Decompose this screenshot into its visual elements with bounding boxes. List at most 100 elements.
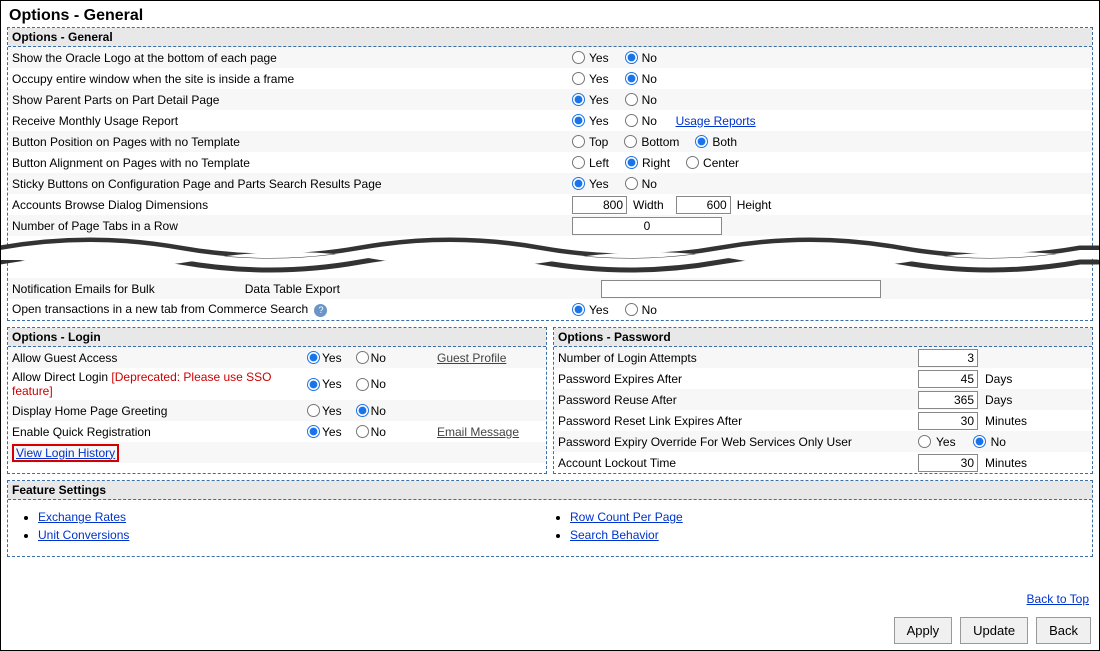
- browse-width-input[interactable]: [572, 196, 627, 214]
- feature-list-col1: Exchange Rates Unit Conversions: [38, 506, 550, 546]
- row-ws-override: Password Expiry Override For Web Service…: [554, 431, 1092, 452]
- row-home-greeting: Display Home Page Greeting Yes No: [8, 400, 546, 421]
- back-button[interactable]: Back: [1036, 617, 1091, 644]
- row-monthly-usage: Receive Monthly Usage Report Yes No Usag…: [8, 110, 1092, 131]
- btnalign-center[interactable]: [686, 156, 699, 169]
- label-pw-reuse: Password Reuse After: [558, 393, 918, 407]
- reset-link-unit: Minutes: [985, 414, 1027, 428]
- guest-profile-link[interactable]: Guest Profile: [437, 351, 506, 365]
- bulk-export-emails-input[interactable]: [601, 280, 881, 298]
- label-pw-expires: Password Expires After: [558, 372, 918, 386]
- row-button-position: Button Position on Pages with no Templat…: [8, 131, 1092, 152]
- btnpos-both[interactable]: [695, 135, 708, 148]
- parent-parts-no[interactable]: [625, 93, 638, 106]
- lockout-unit: Minutes: [985, 456, 1027, 470]
- row-show-logo: Show the Oracle Logo at the bottom of ea…: [8, 47, 1092, 68]
- row-quick-reg: Enable Quick Registration Yes No Email M…: [8, 421, 546, 442]
- search-behavior-link[interactable]: Search Behavior: [570, 528, 659, 542]
- apply-button[interactable]: Apply: [894, 617, 953, 644]
- show-logo-yes[interactable]: [572, 51, 585, 64]
- greeting-yes[interactable]: [307, 404, 320, 417]
- lockout-input[interactable]: [918, 454, 978, 472]
- view-login-history-link[interactable]: View Login History: [16, 446, 115, 460]
- login-attempts-input[interactable]: [918, 349, 978, 367]
- quickreg-no[interactable]: [356, 425, 369, 438]
- label-ws-override: Password Expiry Override For Web Service…: [558, 435, 918, 449]
- unit-conversions-link[interactable]: Unit Conversions: [38, 528, 129, 542]
- monthly-usage-yes[interactable]: [572, 114, 585, 127]
- row-guest-access: Allow Guest Access Yes No Guest Profile: [8, 347, 546, 368]
- label-show-logo: Show the Oracle Logo at the bottom of ea…: [12, 51, 572, 65]
- sticky-yes[interactable]: [572, 177, 585, 190]
- monthly-usage-no[interactable]: [625, 114, 638, 127]
- occupy-window-no[interactable]: [625, 72, 638, 85]
- exchange-rates-link[interactable]: Exchange Rates: [38, 510, 126, 524]
- pw-expires-input[interactable]: [918, 370, 978, 388]
- row-view-login-history: View Login History: [8, 442, 546, 463]
- row-browse-dims: Accounts Browse Dialog Dimensions Width …: [8, 194, 1092, 215]
- occupy-window-yes[interactable]: [572, 72, 585, 85]
- label-quick-reg: Enable Quick Registration: [12, 425, 307, 439]
- quickreg-yes[interactable]: [307, 425, 320, 438]
- label-button-position: Button Position on Pages with no Templat…: [12, 135, 572, 149]
- newtab-yes[interactable]: [572, 303, 585, 316]
- page-title: Options - General: [9, 7, 1093, 25]
- height-label: Height: [737, 198, 772, 212]
- guest-yes[interactable]: [307, 351, 320, 364]
- btnpos-top[interactable]: [572, 135, 585, 148]
- label-occupy-window: Occupy entire window when the site is in…: [12, 72, 572, 86]
- btnalign-right[interactable]: [625, 156, 638, 169]
- back-to-top-link[interactable]: Back to Top: [1027, 592, 1089, 606]
- newtab-no[interactable]: [625, 303, 638, 316]
- options-general-heading: Options - General: [8, 28, 1092, 47]
- row-lockout: Account Lockout Time Minutes: [554, 452, 1092, 473]
- feature-settings-heading: Feature Settings: [8, 481, 1092, 500]
- browse-height-input[interactable]: [676, 196, 731, 214]
- row-button-alignment: Button Alignment on Pages with no Templa…: [8, 152, 1092, 173]
- sticky-no[interactable]: [625, 177, 638, 190]
- feature-list-col2: Row Count Per Page Search Behavior: [570, 506, 1082, 546]
- row-bulk-export-emails: Notification Emails for Bulk Data Table …: [8, 278, 1092, 299]
- direct-login-no[interactable]: [356, 378, 369, 391]
- label-open-new-tab: Open transactions in a new tab from Comm…: [12, 302, 572, 317]
- row-login-attempts: Number of Login Attempts: [554, 347, 1092, 368]
- label-button-alignment: Button Alignment on Pages with no Templa…: [12, 156, 572, 170]
- direct-login-yes[interactable]: [307, 378, 320, 391]
- row-pw-expires: Password Expires After Days: [554, 368, 1092, 389]
- usage-reports-link[interactable]: Usage Reports: [676, 114, 756, 128]
- label-home-greeting: Display Home Page Greeting: [12, 404, 307, 418]
- label-login-attempts: Number of Login Attempts: [558, 351, 918, 365]
- label-browse-dims: Accounts Browse Dialog Dimensions: [12, 198, 572, 212]
- row-sticky-buttons: Sticky Buttons on Configuration Page and…: [8, 173, 1092, 194]
- row-pw-reuse: Password Reuse After Days: [554, 389, 1092, 410]
- btnalign-left[interactable]: [572, 156, 585, 169]
- row-occupy-window: Occupy entire window when the site is in…: [8, 68, 1092, 89]
- row-open-new-tab: Open transactions in a new tab from Comm…: [8, 299, 1092, 320]
- show-logo-no[interactable]: [625, 51, 638, 64]
- row-count-link[interactable]: Row Count Per Page: [570, 510, 683, 524]
- update-button[interactable]: Update: [960, 617, 1028, 644]
- view-login-history-highlight: View Login History: [12, 444, 119, 462]
- footer-buttons: Apply Update Back: [894, 617, 1091, 644]
- label-show-parent-parts: Show Parent Parts on Part Detail Page: [12, 93, 572, 107]
- label-direct-login: Allow Direct Login [Deprecated: Please u…: [12, 370, 307, 398]
- label-monthly-usage: Receive Monthly Usage Report: [12, 114, 572, 128]
- reset-link-input[interactable]: [918, 412, 978, 430]
- label-lockout: Account Lockout Time: [558, 456, 918, 470]
- content-truncation-indicator: [8, 230, 1092, 276]
- email-message-link[interactable]: Email Message: [437, 425, 519, 439]
- options-login-heading: Options - Login: [8, 328, 546, 347]
- label-bulk-export-emails: Notification Emails for Bulk Data Table …: [12, 282, 572, 296]
- help-icon[interactable]: ?: [314, 304, 327, 317]
- parent-parts-yes[interactable]: [572, 93, 585, 106]
- guest-no[interactable]: [356, 351, 369, 364]
- ws-override-yes[interactable]: [918, 435, 931, 448]
- greeting-no[interactable]: [356, 404, 369, 417]
- pw-reuse-input[interactable]: [918, 391, 978, 409]
- feature-settings-panel: Feature Settings Exchange Rates Unit Con…: [7, 480, 1093, 557]
- ws-override-no[interactable]: [973, 435, 986, 448]
- row-reset-link: Password Reset Link Expires After Minute…: [554, 410, 1092, 431]
- options-password-heading: Options - Password: [554, 328, 1092, 347]
- btnpos-bottom[interactable]: [624, 135, 637, 148]
- label-guest-access: Allow Guest Access: [12, 351, 307, 365]
